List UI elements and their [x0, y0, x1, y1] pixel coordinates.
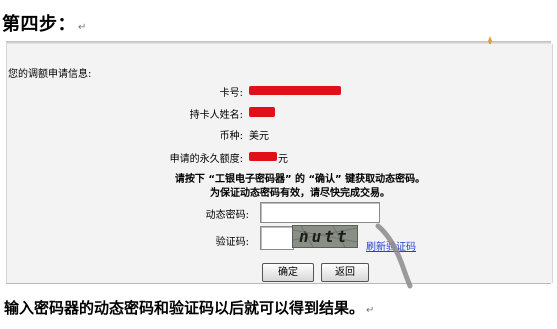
- step-heading: 第四步： ↵: [2, 10, 87, 36]
- currency-value: 美元: [249, 131, 269, 142]
- notice-line-1: 请按下 “工银电子密码器” 的 “确认” 键获取动态密码。: [174, 174, 426, 185]
- captcha-input[interactable]: [260, 226, 294, 250]
- back-button[interactable]: 返回: [321, 263, 369, 282]
- currency-label: 币种:: [219, 131, 243, 142]
- notice-line-2: 为保证动态密码有效，请尽快完成交易。: [210, 188, 390, 199]
- refresh-captcha-link[interactable]: 刷新验证码: [366, 238, 416, 253]
- dynamic-password-label: 动态密码:: [205, 210, 249, 221]
- captcha-label: 验证码:: [215, 237, 249, 248]
- form-caption: 您的调额申请信息:: [8, 69, 92, 80]
- bottom-divider: [6, 283, 551, 284]
- permanent-limit-unit: 元: [278, 154, 288, 165]
- footer-instruction: 输入密码器的动态密码和验证码以后就可以得到结果。 ↵: [4, 297, 374, 318]
- card-number-label: 卡号:: [219, 88, 243, 99]
- card-number-redacted-value: [249, 86, 341, 95]
- cardholder-name-label: 持卡人姓名:: [189, 110, 243, 121]
- footer-instruction-text: 输入密码器的动态密码和验证码以后就可以得到结果。: [4, 299, 365, 317]
- paragraph-mark-icon: ↵: [78, 22, 87, 33]
- permanent-limit-redacted-value: [249, 152, 277, 161]
- captcha-image: nutt: [292, 225, 358, 248]
- paragraph-mark-icon: ↵: [366, 305, 375, 316]
- cardholder-name-redacted-value: [249, 107, 275, 117]
- dynamic-password-input[interactable]: [260, 202, 380, 223]
- confirm-button[interactable]: 确定: [262, 263, 314, 282]
- captcha-image-text: nutt: [299, 227, 350, 246]
- permanent-limit-label: 申请的永久额度:: [169, 154, 243, 165]
- step-heading-text: 第四步：: [2, 14, 76, 35]
